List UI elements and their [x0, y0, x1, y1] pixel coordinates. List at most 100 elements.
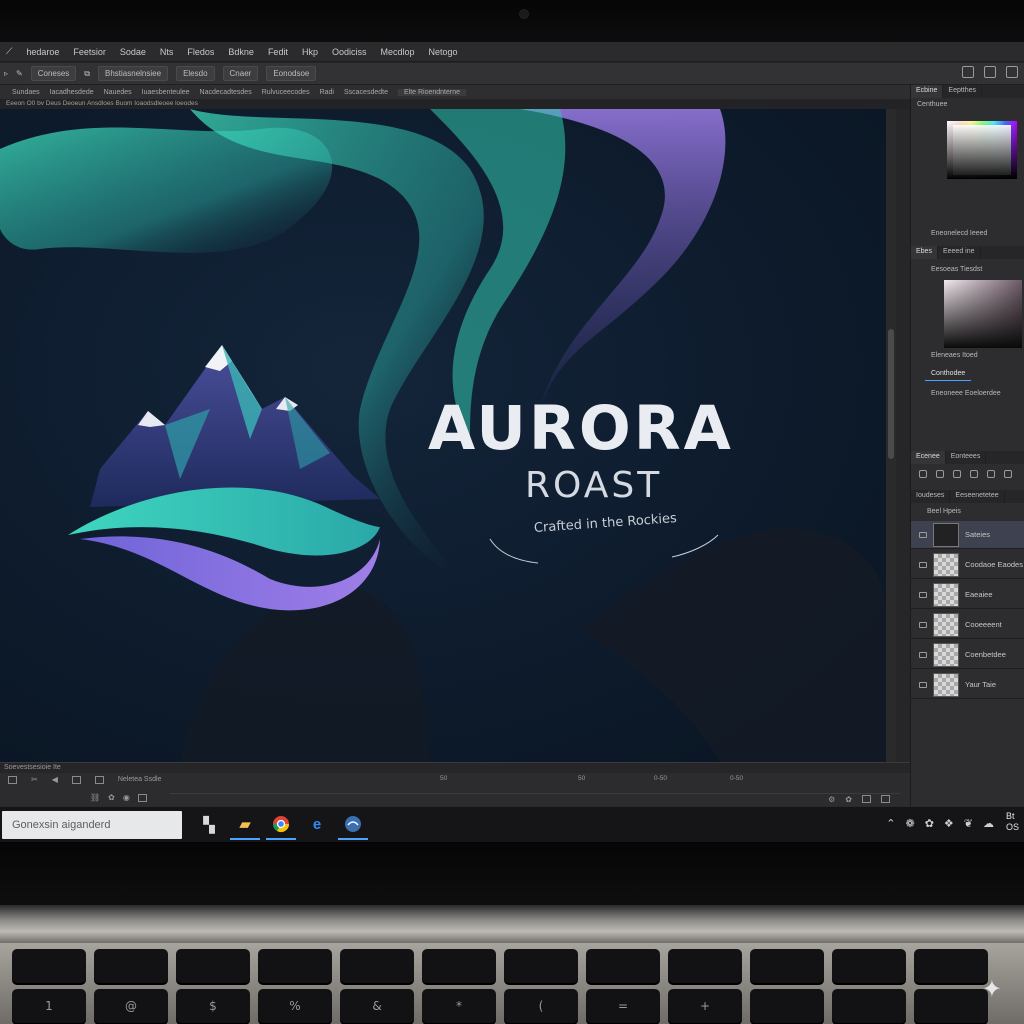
keyboard-key[interactable]	[750, 989, 824, 1023]
option-chip[interactable]: Coneses	[30, 66, 77, 81]
layer-row[interactable]: Yaur Taie	[911, 671, 1024, 699]
menu-item[interactable]: Bdkne	[228, 47, 254, 57]
keyboard-key[interactable]	[504, 949, 578, 983]
chrome-icon[interactable]	[266, 810, 296, 840]
doc-tab[interactable]: Nacdecadtesdes	[200, 89, 252, 96]
mask-icon[interactable]: ◉	[123, 793, 130, 802]
keyboard-key[interactable]: *	[422, 989, 496, 1023]
keyboard-key[interactable]	[914, 949, 988, 983]
layer-row[interactable]: Cooeeeent	[911, 611, 1024, 639]
menu-item[interactable]: Fedit	[268, 47, 288, 57]
doc-tab[interactable]: Sscacesdedte	[344, 89, 388, 96]
new-layer-icon[interactable]	[137, 793, 147, 802]
folder-icon[interactable]	[862, 795, 871, 803]
visibility-eye-icon[interactable]	[919, 621, 927, 628]
timeline-frame-icon[interactable]	[8, 775, 17, 784]
doc-tab[interactable]: Iacadhesdede	[50, 89, 94, 96]
clip-icon[interactable]	[71, 775, 81, 784]
keyboard-key[interactable]	[12, 949, 86, 983]
doc-tab-active[interactable]: Elte Rioendnterne	[397, 88, 467, 96]
fx-icon[interactable]: ✿	[845, 795, 852, 804]
visibility-eye-icon[interactable]	[919, 681, 927, 688]
keyboard-key[interactable]: @	[94, 989, 168, 1023]
menu-item[interactable]: Nts	[160, 47, 174, 57]
visibility-eye-icon[interactable]	[919, 651, 927, 658]
keyboard-key[interactable]: 1	[12, 989, 86, 1023]
keyboard-key[interactable]: %	[258, 989, 332, 1023]
tab-blend[interactable]: Ioudeses	[911, 490, 951, 503]
fx-icon[interactable]: ✿	[108, 793, 115, 802]
option-chip[interactable]: Elesdo	[176, 66, 215, 81]
scissors-icon[interactable]: ✂	[31, 775, 38, 784]
visibility-eye-icon[interactable]	[919, 531, 927, 538]
link-icon[interactable]: ⛓	[90, 793, 100, 802]
tab-panel[interactable]: Eeeed ine	[938, 246, 981, 259]
keyboard-key[interactable]: $	[176, 989, 250, 1023]
keyboard-key[interactable]	[258, 949, 332, 983]
keyboard-key[interactable]: =	[586, 989, 660, 1023]
visibility-eye-icon[interactable]	[919, 591, 927, 598]
doc-tab[interactable]: Rulvuceecodes	[262, 89, 310, 96]
taskbar-search-input[interactable]: Gonexsin aiganderd	[2, 810, 182, 839]
doc-tab[interactable]: Iuaesbenteulee	[142, 89, 190, 96]
menu-item[interactable]: Mecdlop	[380, 47, 414, 57]
filter-icon[interactable]	[919, 470, 927, 478]
trash-icon[interactable]	[881, 795, 890, 803]
clip-icon[interactable]	[94, 775, 104, 784]
menu-item[interactable]: Feetsior	[73, 47, 106, 57]
doc-tab[interactable]: Sundaes	[12, 89, 40, 96]
layer-row[interactable]: Coodaoe Eaodes	[911, 551, 1024, 579]
menu-item[interactable]: Netogo	[429, 47, 458, 57]
taskbar-clock[interactable]: Bt OS	[1006, 811, 1024, 833]
menu-item[interactable]: Fledos	[187, 47, 214, 57]
option-chip[interactable]: Eonodsoe	[266, 66, 317, 81]
menu-item[interactable]: Sodae	[120, 47, 146, 57]
share-icon[interactable]	[984, 66, 996, 78]
app-icon[interactable]	[338, 810, 368, 840]
keyboard-key[interactable]: +	[668, 989, 742, 1023]
adjust-icon[interactable]	[953, 470, 961, 478]
tab-channels[interactable]: Eonteees	[946, 451, 987, 464]
file-explorer-icon[interactable]: ▰	[230, 810, 260, 840]
volume-icon[interactable]: ☁	[983, 817, 994, 830]
keyboard-key[interactable]	[340, 949, 414, 983]
keyboard-key[interactable]: &	[340, 989, 414, 1023]
chevron-up-icon[interactable]: ⌃	[886, 817, 895, 830]
timeline-track[interactable]	[170, 793, 900, 807]
tray-app-icon[interactable]: ✿	[925, 817, 934, 830]
keyboard-key[interactable]	[176, 949, 250, 983]
smart-icon[interactable]	[1004, 470, 1012, 478]
keyboard-key[interactable]	[668, 949, 742, 983]
workspace-icon[interactable]	[962, 66, 974, 78]
tray-app-icon[interactable]: ❦	[964, 817, 973, 830]
doc-tab[interactable]: Radi	[320, 89, 334, 96]
keyboard-key[interactable]	[832, 989, 906, 1023]
image-icon[interactable]	[936, 470, 944, 478]
tab-swatches[interactable]: Eeptthes	[943, 85, 983, 98]
layer-row[interactable]: Sateies	[911, 521, 1024, 549]
color-field-picker[interactable]	[944, 280, 1022, 348]
app-logo-icon[interactable]: ⟋	[6, 46, 12, 57]
brush-tool-icon[interactable]: ✎	[16, 69, 23, 78]
tab-color[interactable]: Ecbine	[911, 85, 944, 98]
color-spectrum-picker[interactable]	[947, 121, 1017, 179]
tab-opacity[interactable]: Eeseenetetee	[950, 490, 1005, 503]
network-icon[interactable]: ❖	[944, 817, 954, 830]
tab-panel[interactable]: Ebes	[911, 246, 938, 259]
tray-app-icon[interactable]: ❁	[905, 817, 914, 830]
tab-layers[interactable]: Ecenee	[911, 451, 946, 464]
canvas-scrollbar[interactable]	[886, 109, 896, 762]
visibility-eye-icon[interactable]	[919, 561, 927, 568]
section-heading[interactable]: Conthodee	[925, 367, 972, 381]
menu-item[interactable]: Oodiciss	[332, 47, 367, 57]
settings-icon[interactable]: ⚙	[828, 795, 835, 804]
window-icon[interactable]	[1006, 66, 1018, 78]
keyboard-key[interactable]	[422, 949, 496, 983]
doc-tab[interactable]: Nauedes	[104, 89, 132, 96]
task-view-icon[interactable]: ▚	[194, 810, 224, 840]
scrollbar-thumb[interactable]	[888, 329, 894, 459]
keyboard-key[interactable]	[94, 949, 168, 983]
menu-item[interactable]: hedaroe	[26, 47, 59, 57]
keyboard-key[interactable]	[586, 949, 660, 983]
layer-row[interactable]: Eaeaiee	[911, 581, 1024, 609]
